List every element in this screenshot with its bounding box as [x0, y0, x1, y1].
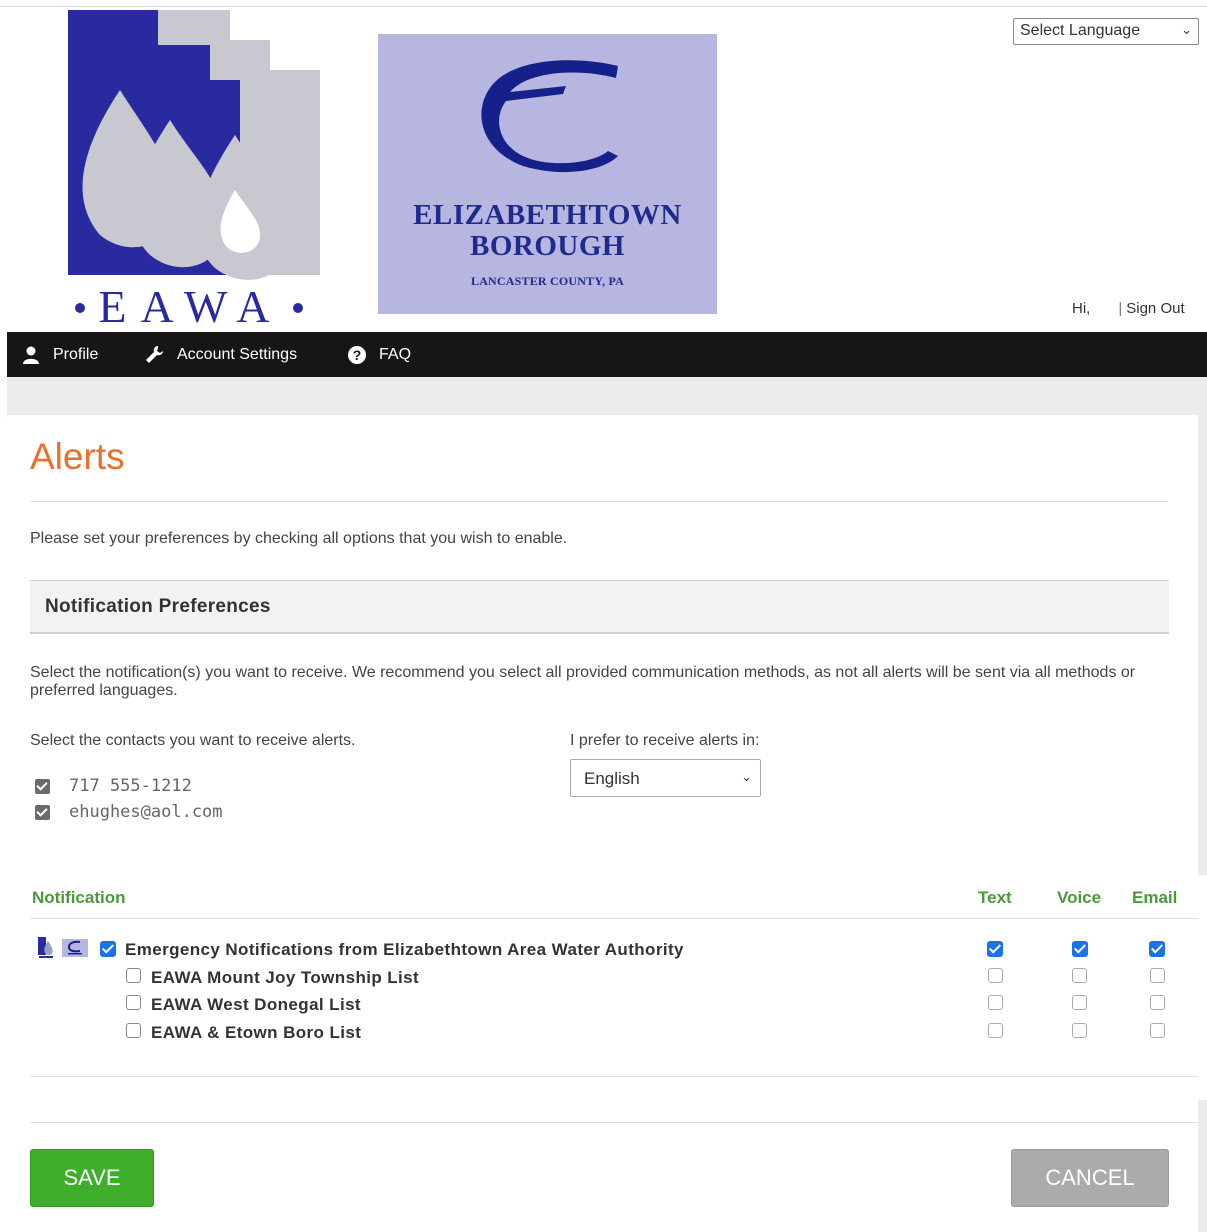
- prefer-language-label: I prefer to receive alerts in:: [570, 732, 760, 749]
- divider: [30, 1076, 1198, 1077]
- col-header-email: Email: [1132, 888, 1178, 907]
- borough-logo: ELIZABETHTOWN BOROUGH LANCASTER COUNTY, …: [378, 34, 717, 314]
- scrollbar-track-lower[interactable]: [1198, 1100, 1207, 1232]
- nav-faq[interactable]: ? FAQ: [347, 332, 411, 377]
- notification-preferences-heading: Notification Preferences: [30, 580, 1169, 634]
- row0-voice-checkbox[interactable]: [1072, 941, 1088, 957]
- row2-voice-checkbox[interactable]: [1072, 995, 1087, 1010]
- svg-text:?: ?: [353, 347, 362, 363]
- nav-account-settings[interactable]: Account Settings: [145, 332, 297, 377]
- row1-email-checkbox[interactable]: [1150, 968, 1165, 983]
- row1-checkbox[interactable]: [126, 968, 141, 983]
- content-background: [7, 377, 1207, 417]
- row2-label: EAWA West Donegal List: [151, 995, 361, 1014]
- col-header-text: Text: [978, 888, 1012, 907]
- row3-voice-checkbox[interactable]: [1072, 1023, 1087, 1038]
- borough-mini-icon: [62, 939, 88, 957]
- row3-checkbox[interactable]: [126, 1023, 141, 1038]
- eawa-logo-text: EAWA: [98, 281, 283, 330]
- preferences-description: Select the notification(s) you want to r…: [30, 664, 1136, 699]
- borough-e-emblem: [481, 60, 618, 173]
- row2-text-checkbox[interactable]: [988, 995, 1003, 1010]
- cancel-button[interactable]: CANCEL: [1011, 1149, 1169, 1207]
- col-header-voice: Voice: [1057, 888, 1102, 907]
- user-icon: [23, 346, 39, 364]
- row1-text-checkbox[interactable]: [988, 968, 1003, 983]
- row1-voice-checkbox[interactable]: [1072, 968, 1087, 983]
- scrollbar-track[interactable]: [1198, 415, 1207, 875]
- page-title: Alerts: [30, 436, 125, 477]
- contact-email-checkbox[interactable]: [35, 804, 50, 820]
- row0-label: Emergency Notifications from Elizabethto…: [125, 940, 684, 959]
- divider: [30, 918, 1198, 919]
- row3-label: EAWA & Etown Boro List: [151, 1023, 362, 1042]
- row0-checkbox[interactable]: [100, 941, 116, 957]
- contacts-label: Select the contacts you want to receive …: [30, 732, 356, 749]
- eawa-mini-icon: [38, 937, 53, 958]
- language-select[interactable]: Select Language ⌄: [1013, 18, 1199, 45]
- borough-county: LANCASTER COUNTY, PA: [470, 274, 625, 288]
- main-navbar: Profile Account Settings ? FAQ: [7, 332, 1207, 377]
- user-links: Hi, | Sign Out: [1072, 300, 1185, 317]
- intro-text: Please set your preferences by checking …: [30, 530, 568, 547]
- borough-name: ELIZABETHTOWN BOROUGH: [413, 199, 682, 262]
- question-icon: ?: [348, 345, 366, 364]
- wrench-icon: [146, 345, 163, 363]
- divider: [30, 1122, 1198, 1123]
- row0-email-checkbox[interactable]: [1149, 941, 1165, 957]
- divider: [30, 501, 1168, 502]
- contact-email[interactable]: ehughes@aol.com: [35, 802, 223, 822]
- nav-profile[interactable]: Profile: [21, 332, 98, 377]
- sign-out-link[interactable]: Sign Out: [1126, 300, 1184, 317]
- save-button[interactable]: SAVE: [30, 1149, 154, 1207]
- row0-text-checkbox[interactable]: [987, 941, 1003, 957]
- row2-email-checkbox[interactable]: [1150, 995, 1165, 1010]
- col-header-notification: Notification: [32, 888, 126, 907]
- chevron-down-icon: ⌄: [1181, 22, 1192, 37]
- row3-text-checkbox[interactable]: [988, 1023, 1003, 1038]
- chevron-down-icon: ⌄: [741, 769, 752, 784]
- eawa-logo: EAWA: [60, 10, 322, 332]
- row2-checkbox[interactable]: [126, 995, 141, 1010]
- contact-phone[interactable]: 717 555-1212: [35, 776, 192, 796]
- row1-label: EAWA Mount Joy Township List: [151, 968, 420, 987]
- greeting: Hi,: [1072, 300, 1091, 317]
- top-rule: [0, 6, 1207, 7]
- row3-email-checkbox[interactable]: [1150, 1023, 1165, 1038]
- alert-language-select[interactable]: English ⌄: [570, 759, 761, 797]
- contact-phone-checkbox[interactable]: [35, 778, 50, 794]
